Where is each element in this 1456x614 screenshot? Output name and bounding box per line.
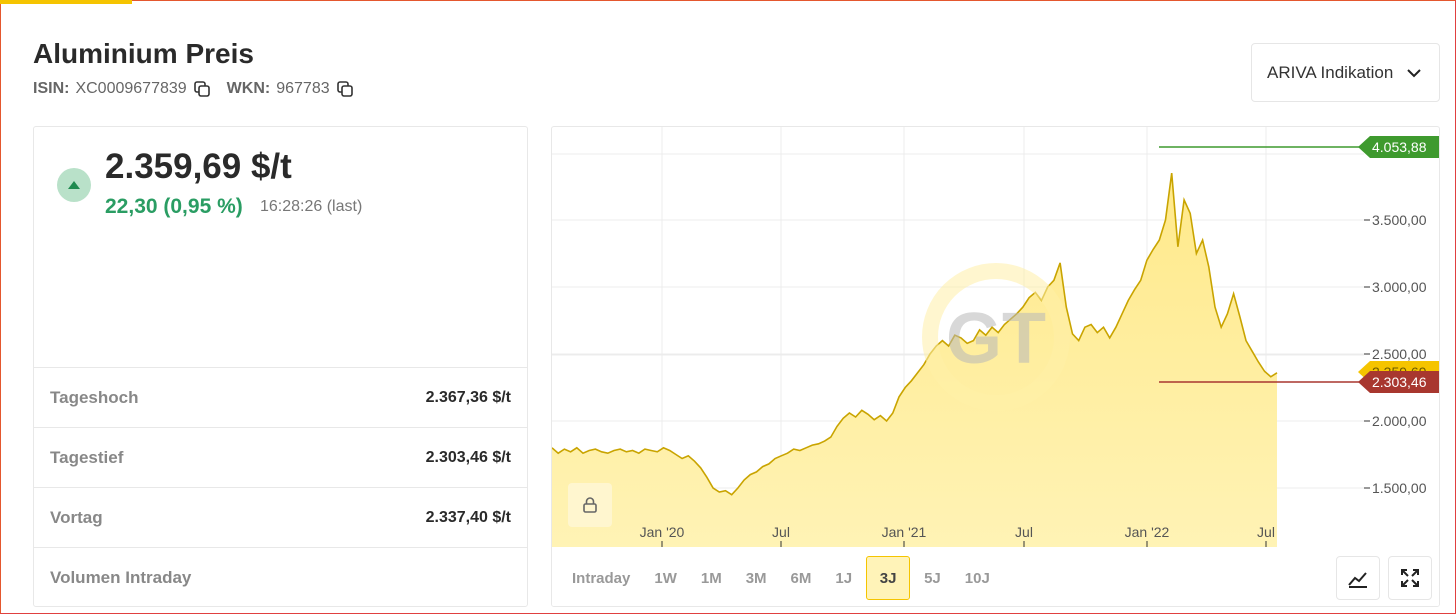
low-marker-label: 2.303,46 xyxy=(1372,374,1427,390)
x-tick-label: Jan '20 xyxy=(640,524,685,540)
y-tick-label: 3.500,00 xyxy=(1372,212,1427,228)
stat-row-volume-intraday: Volumen Intraday xyxy=(34,547,527,607)
time-range-button[interactable]: 3J xyxy=(866,556,911,600)
series-area xyxy=(552,173,1277,547)
time-range-button[interactable]: Intraday xyxy=(562,556,640,600)
time-range-button[interactable]: 3M xyxy=(736,556,777,600)
stat-value: 2.367,36 $/t xyxy=(425,388,511,406)
stat-row-previous-day: Vortag 2.337,40 $/t xyxy=(34,487,527,547)
stat-row-day-low: Tagestief 2.303,46 $/t xyxy=(34,427,527,487)
fullscreen-button[interactable] xyxy=(1388,556,1432,600)
y-tick-label: 3.000,00 xyxy=(1372,279,1427,295)
y-tick-label: 2.500,00 xyxy=(1372,346,1427,362)
stat-label: Tageshoch xyxy=(50,387,139,407)
active-tab-indicator xyxy=(0,0,132,4)
stat-value: 2.303,46 $/t xyxy=(425,448,511,466)
stat-label: Vortag xyxy=(50,507,103,527)
line-chart-icon xyxy=(1348,572,1367,588)
price-chart[interactable]: 1.500,00 2.000,00 2.500,00 3.000,00 3.500,00… xyxy=(551,126,1440,607)
source-dropdown-value: ARIVA Indikation xyxy=(1267,62,1394,82)
lock-icon[interactable] xyxy=(568,483,612,527)
time-range-button[interactable]: 1W xyxy=(644,556,687,600)
current-price: 2.359,69 $/t xyxy=(105,147,292,186)
page-title: Aluminium Preis xyxy=(33,38,254,69)
quote-time: 16:28:26 (last) xyxy=(260,198,363,215)
y-tick-label: 1.500,00 xyxy=(1372,480,1427,496)
isin-value: XC0009677839 xyxy=(75,80,187,97)
wkn-value: 967783 xyxy=(276,80,330,97)
x-tick-label: Jan '22 xyxy=(1125,524,1170,540)
stat-value: 2.337,40 $/t xyxy=(425,508,511,526)
expand-icon xyxy=(1401,569,1419,587)
time-range-button[interactable]: 5J xyxy=(914,556,951,600)
x-tick-label: Jul xyxy=(1015,524,1033,540)
y-tick-label: 2.000,00 xyxy=(1372,413,1427,429)
x-tick-label: Jul xyxy=(772,524,790,540)
time-range-button[interactable]: 1J xyxy=(825,556,862,600)
quote-panel: 2.359,69 $/t 22,30 (0,95 %) 16:28:26 (la… xyxy=(33,126,528,607)
stat-label: Volumen Intraday xyxy=(50,567,192,587)
stat-row-day-high: Tageshoch 2.367,36 $/t xyxy=(34,367,527,427)
source-dropdown[interactable]: ARIVA Indikation xyxy=(1251,43,1440,102)
x-tick-label: Jul xyxy=(1257,524,1275,540)
price-change: 22,30 (0,95 %) xyxy=(105,195,243,218)
copy-icon[interactable] xyxy=(193,80,211,98)
identifier-bar: ISIN: XC0009677839 WKN: 967783 xyxy=(33,80,364,98)
stat-label: Tagestief xyxy=(50,447,124,467)
time-range-button[interactable]: 1M xyxy=(691,556,732,600)
high-marker-label: 4.053,88 xyxy=(1372,139,1427,155)
isin-label: ISIN: xyxy=(33,80,70,97)
wkn-label: WKN: xyxy=(226,80,271,97)
chevron-down-icon xyxy=(1407,69,1421,78)
chart-canvas[interactable]: 1.500,00 2.000,00 2.500,00 3.000,00 3.500,00… xyxy=(552,127,1440,547)
trend-up-icon xyxy=(57,168,91,202)
stats-table: Tageshoch 2.367,36 $/t Tagestief 2.303,4… xyxy=(34,367,527,607)
chart-type-button[interactable] xyxy=(1336,556,1380,600)
svg-text:GT: GT xyxy=(946,299,1046,379)
chart-toolbar: Intraday 1W 1M 3M 6M 1J 3J 5J 10J xyxy=(552,547,1439,606)
time-range-button[interactable]: 6M xyxy=(781,556,822,600)
time-range-button[interactable]: 10J xyxy=(955,556,1000,600)
time-range-selector: Intraday 1W 1M 3M 6M 1J 3J 5J 10J xyxy=(562,556,1004,600)
x-tick-label: Jan '21 xyxy=(882,524,927,540)
copy-icon[interactable] xyxy=(336,80,354,98)
